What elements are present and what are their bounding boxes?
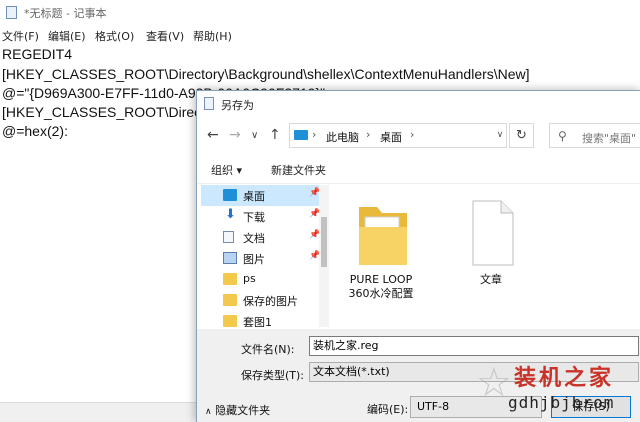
- menu-format[interactable]: 格式(O): [95, 28, 134, 44]
- nav-scrollbar[interactable]: [319, 185, 329, 327]
- nav-item-label: 下载: [243, 211, 265, 224]
- nav-item-label: 桌面: [243, 190, 265, 203]
- breadcrumb-this-pc[interactable]: 此电脑: [326, 129, 359, 145]
- nav-item-downloads[interactable]: ⬇ 下载 📌: [201, 206, 321, 227]
- dialog-titlebar: 另存为: [197, 91, 640, 117]
- chevron-right-icon[interactable]: ›: [410, 128, 414, 141]
- dialog-file-icon: [204, 97, 214, 110]
- menu-edit[interactable]: 编辑(E): [48, 28, 86, 44]
- up-arrow-icon[interactable]: ↑: [269, 127, 281, 143]
- back-arrow-icon[interactable]: ←: [207, 127, 219, 143]
- notepad-app-icon: [6, 6, 17, 19]
- desktop-icon: [223, 189, 237, 201]
- dialog-toolbar: 组织 ▾ 新建文件夹: [197, 155, 640, 184]
- filename-field[interactable]: 装机之家.reg: [309, 336, 639, 356]
- encoding-label: 编码(E):: [367, 403, 409, 416]
- save-as-dialog: 另存为 ← → ∨ ↑ › 此电脑 › 桌面 › ∨ ↻ ⚲ 搜索"桌面" 组织…: [196, 90, 640, 422]
- address-bar[interactable]: › 此电脑 › 桌面 ›: [289, 123, 507, 148]
- filename-label: 文件名(N):: [241, 343, 295, 356]
- recent-chevron-down-icon[interactable]: ∨: [251, 130, 258, 141]
- filetype-select[interactable]: 文本文档(*.txt): [309, 362, 639, 382]
- file-item-document[interactable]: 文章: [441, 185, 541, 315]
- filetype-label: 保存类型(T):: [241, 369, 305, 382]
- computer-icon: [294, 130, 308, 140]
- navigation-pane: 桌面 📌 ⬇ 下载 📌 文档 📌 图片 📌 ps 保存的图片 套图1: [197, 185, 325, 327]
- download-icon: ⬇: [225, 207, 236, 222]
- chevron-right-icon[interactable]: ›: [312, 128, 316, 141]
- nav-item-label: 套图1: [243, 316, 272, 327]
- refresh-icon[interactable]: ↻: [509, 123, 534, 148]
- forward-arrow-icon[interactable]: →: [229, 127, 241, 143]
- chevron-up-icon: ∧: [205, 407, 212, 417]
- filetype-value: 文本文档(*.txt): [313, 365, 390, 378]
- window-title: *无标题 - 记事本: [24, 7, 107, 20]
- folder-icon: [223, 315, 237, 327]
- file-list: PURE LOOP 360水冷配置 文章: [331, 185, 640, 327]
- file-name-line: PURE LOOP: [349, 273, 413, 286]
- nav-item-label: ps: [243, 272, 256, 285]
- chevron-right-icon[interactable]: ›: [366, 128, 370, 141]
- notepad-menubar: 文件(F) 编辑(E) 格式(O) 查看(V) 帮助(H): [0, 26, 640, 44]
- file-icon: [472, 200, 514, 266]
- folder-icon: [223, 294, 237, 306]
- new-folder-button[interactable]: 新建文件夹: [271, 162, 326, 178]
- notepad-horizontal-scrollbar[interactable]: [0, 402, 196, 422]
- search-placeholder: 搜索"桌面": [582, 132, 637, 145]
- address-dropdown-icon[interactable]: ∨: [492, 123, 508, 148]
- menu-view[interactable]: 查看(V): [146, 28, 184, 44]
- file-item-folder[interactable]: PURE LOOP 360水冷配置: [331, 185, 431, 315]
- file-name: 文章: [480, 273, 502, 286]
- search-icon: ⚲: [558, 129, 567, 143]
- nav-item-label: 图片: [243, 253, 265, 266]
- nav-item-label: 保存的图片: [243, 295, 298, 308]
- file-name-line: 360水冷配置: [348, 287, 414, 300]
- nav-item-label: 文档: [243, 232, 265, 245]
- menu-help[interactable]: 帮助(H): [193, 28, 232, 44]
- editor-line: @=hex(2):: [2, 123, 68, 139]
- save-button[interactable]: 保存(S): [551, 396, 631, 418]
- folder-icon: [359, 207, 407, 265]
- document-icon: [223, 231, 234, 243]
- encoding-select[interactable]: UTF-8: [410, 396, 542, 418]
- organize-button[interactable]: 组织 ▾: [211, 162, 242, 178]
- file-name: PURE LOOP 360水冷配置: [331, 273, 431, 301]
- editor-line: [HKEY_CLASSES_ROOT\Directory\Background\…: [2, 66, 530, 82]
- editor-line: REGEDIT4: [2, 46, 73, 62]
- nav-item-saved-pictures[interactable]: 保存的图片: [201, 290, 321, 311]
- nav-item-set1[interactable]: 套图1: [201, 311, 321, 327]
- search-input[interactable]: ⚲ 搜索"桌面": [549, 123, 640, 148]
- nav-item-ps[interactable]: ps: [201, 269, 321, 290]
- nav-item-desktop[interactable]: 桌面 📌: [201, 185, 321, 206]
- breadcrumb-desktop[interactable]: 桌面: [380, 129, 402, 145]
- menu-file[interactable]: 文件(F): [2, 28, 39, 44]
- scroll-thumb[interactable]: [321, 217, 327, 267]
- notepad-titlebar: *无标题 - 记事本: [0, 0, 640, 26]
- folder-icon: [223, 273, 237, 285]
- save-options-panel: 文件名(N): 装机之家.reg 保存类型(T): 文本文档(*.txt) ∧ …: [197, 329, 640, 422]
- dialog-title: 另存为: [221, 99, 254, 112]
- nav-item-documents[interactable]: 文档 📌: [201, 227, 321, 248]
- hide-folders-toggle[interactable]: ∧ 隐藏文件夹: [205, 402, 270, 418]
- picture-icon: [223, 252, 237, 264]
- hide-folders-label: 隐藏文件夹: [215, 404, 271, 417]
- nav-item-pictures[interactable]: 图片 📌: [201, 248, 321, 269]
- address-row: ← → ∨ ↑ › 此电脑 › 桌面 › ∨ ↻ ⚲ 搜索"桌面": [197, 119, 640, 153]
